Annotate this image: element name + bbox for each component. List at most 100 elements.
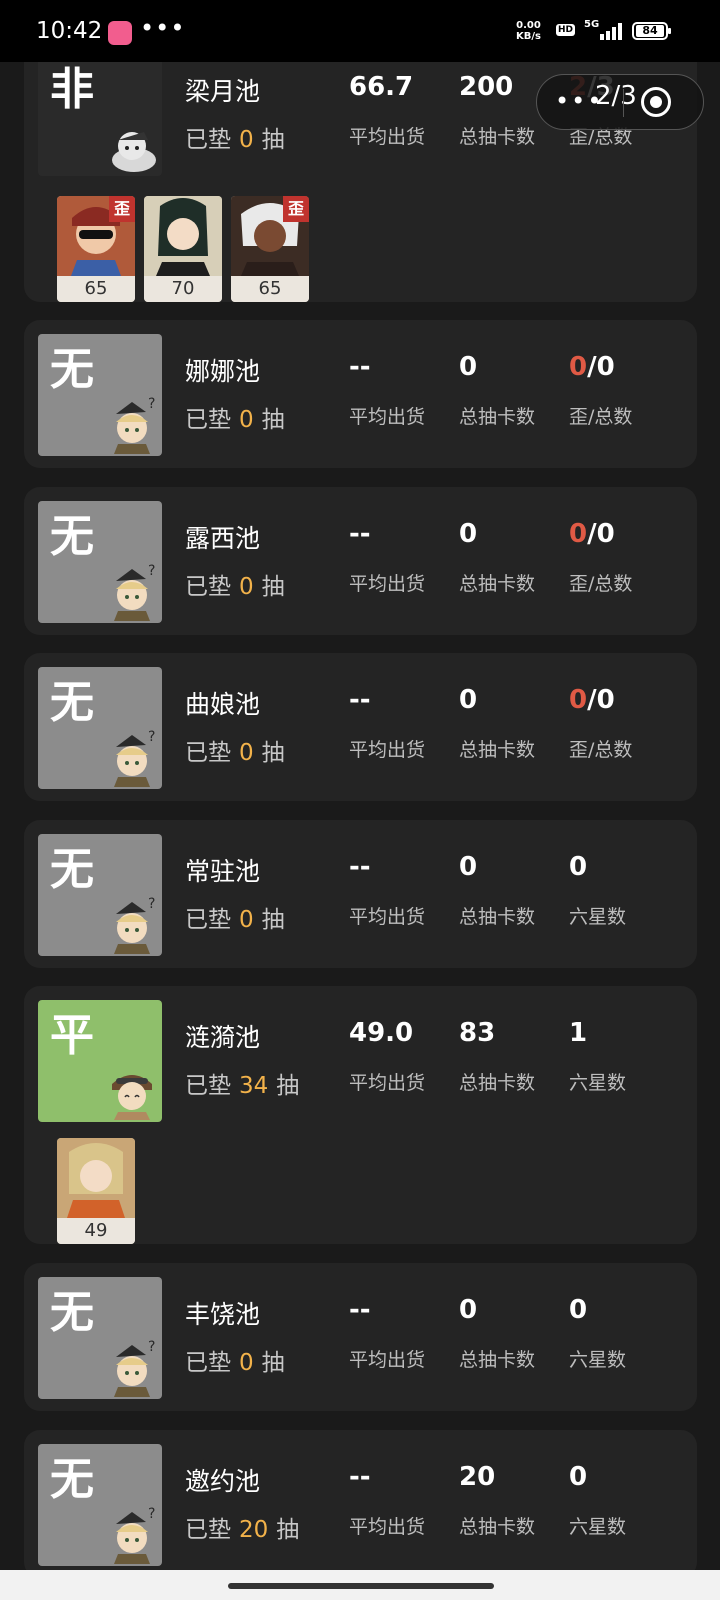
badge-char: 无 — [50, 1454, 94, 1505]
signal-icon — [600, 22, 626, 40]
pool-badge: 无 ? — [38, 834, 162, 956]
badge-char: 非 — [50, 64, 94, 115]
pity-count: 已垫 0 抽 — [185, 407, 285, 433]
svg-text:?: ? — [148, 896, 155, 912]
total-label: 总抽卡数 — [459, 573, 536, 595]
svg-text:?: ? — [148, 396, 155, 412]
pool-card[interactable]: 无 ? 邀约池 已垫 20 抽 -- 平均出货 20 总抽卡数 0 六星数 — [24, 1430, 697, 1578]
pool-card[interactable]: 无 ? 娜娜池 已垫 0 抽 -- 平均出货 0 总抽卡数 0/0 歪/总数 — [24, 320, 697, 468]
character-chibi-icon: ? — [114, 896, 155, 954]
thumb-pulls: 65 — [231, 276, 309, 302]
total-label: 总抽卡数 — [459, 1349, 536, 1371]
badge-char: 无 — [50, 844, 94, 895]
character-thumb[interactable]: 歪 65 — [57, 196, 135, 302]
pity-count: 已垫 34 抽 — [185, 1073, 300, 1099]
total-label: 总抽卡数 — [459, 906, 536, 928]
avg-value: 66.7 — [349, 72, 414, 102]
avg-label: 平均出货 — [349, 406, 426, 428]
six-star-label: 六星数 — [569, 1349, 627, 1371]
character-thumb[interactable]: 70 — [144, 196, 222, 302]
avg-value: -- — [349, 1462, 371, 1492]
page-indicator: 2/3 — [595, 81, 637, 111]
off-total-label: 歪/总数 — [569, 406, 633, 428]
avg-label: 平均出货 — [349, 739, 426, 761]
off-total-value: 0/0 — [569, 519, 615, 549]
pool-card[interactable]: 无 ? 露西池 已垫 0 抽 -- 平均出货 0 总抽卡数 0/0 歪/总数 — [24, 487, 697, 635]
more-notifications-icon: ••• — [140, 14, 186, 42]
pool-badge: 无 ? — [38, 334, 162, 456]
total-value: 83 — [459, 1018, 496, 1048]
six-star-value: 0 — [569, 1462, 588, 1492]
character-chibi-icon: ? — [114, 563, 155, 621]
six-star-label: 六星数 — [569, 1072, 627, 1094]
character-thumb[interactable]: 歪 65 — [231, 196, 309, 302]
off-total-value: 0/0 — [569, 352, 615, 382]
character-chibi-icon — [112, 132, 156, 172]
thumb-pulls: 49 — [57, 1218, 135, 1244]
six-star-label: 六星数 — [569, 1516, 627, 1538]
avg-value: -- — [349, 519, 371, 549]
avg-label: 平均出货 — [349, 126, 426, 148]
pool-name: 丰饶池 — [185, 1300, 261, 1329]
avg-value: -- — [349, 852, 371, 882]
capsule-divider — [623, 89, 624, 117]
floating-capsule[interactable]: ••• 2/3 — [536, 74, 704, 130]
six-star-label: 六星数 — [569, 906, 627, 928]
pool-name: 梁月池 — [185, 77, 261, 106]
status-bar: 10:42 ••• 0.00 KB/s HD 5G 84 — [0, 0, 720, 62]
pool-badge: 无 ? — [38, 667, 162, 789]
pool-name: 常驻池 — [185, 857, 261, 886]
avg-label: 平均出货 — [349, 1072, 426, 1094]
svg-text:?: ? — [148, 729, 155, 745]
total-label: 总抽卡数 — [459, 1516, 536, 1538]
pool-name: 涟漪池 — [185, 1023, 261, 1052]
pity-count: 已垫 0 抽 — [185, 1350, 285, 1376]
pool-card[interactable]: 平 涟漪池 已垫 34 抽 49.0 平均出货 83 总抽卡数 1 六星数 49 — [24, 986, 697, 1244]
avg-value: -- — [349, 352, 371, 382]
pool-name: 露西池 — [185, 524, 261, 553]
pool-list[interactable]: 非 梁月池 已垫0抽 66.7 平均出货 200 总抽卡数 2/3 歪/总数 歪 — [0, 0, 720, 1600]
character-thumb[interactable]: 49 — [57, 1138, 135, 1244]
pool-badge: 非 — [38, 54, 162, 176]
off-total-label: 歪/总数 — [569, 573, 633, 595]
clock: 10:42 — [36, 18, 103, 44]
gesture-bar — [0, 1570, 720, 1600]
off-total-label: 歪/总数 — [569, 739, 633, 761]
pity-count: 已垫 0 抽 — [185, 127, 285, 153]
badge-char: 无 — [50, 511, 94, 562]
thumb-pulls: 70 — [144, 276, 222, 302]
pity-count: 已垫 0 抽 — [185, 740, 285, 766]
svg-text:?: ? — [148, 1339, 155, 1355]
character-chibi-icon: ? — [114, 1506, 155, 1564]
character-chibi-icon: ? — [114, 1339, 155, 1397]
total-value: 0 — [459, 852, 478, 882]
pool-card[interactable]: 无 ? 常驻池 已垫 0 抽 -- 平均出货 0 总抽卡数 0 六星数 — [24, 820, 697, 968]
home-indicator[interactable] — [228, 1583, 494, 1589]
total-label: 总抽卡数 — [459, 406, 536, 428]
target-icon[interactable] — [641, 87, 671, 117]
avg-label: 平均出货 — [349, 1349, 426, 1371]
pool-badge: 无 ? — [38, 1277, 162, 1399]
total-label: 总抽卡数 — [459, 739, 536, 761]
pity-count: 已垫 0 抽 — [185, 907, 285, 933]
avg-value: -- — [349, 1295, 371, 1325]
total-value: 0 — [459, 685, 478, 715]
avg-value: 49.0 — [349, 1018, 414, 1048]
pool-card[interactable]: 无 ? 丰饶池 已垫 0 抽 -- 平均出货 0 总抽卡数 0 六星数 — [24, 1263, 697, 1411]
character-portrait-icon — [144, 196, 222, 276]
pool-card[interactable]: 无 ? 曲娘池 已垫 0 抽 -- 平均出货 0 总抽卡数 0/0 歪/总数 — [24, 653, 697, 801]
character-chibi-icon — [112, 1075, 152, 1120]
total-value: 200 — [459, 72, 514, 102]
badge-char: 无 — [50, 1287, 94, 1338]
svg-text:?: ? — [148, 563, 155, 579]
character-portrait-icon — [57, 1138, 135, 1218]
off-total-value: 0/0 — [569, 685, 615, 715]
pity-count: 已垫 20 抽 — [185, 1517, 300, 1543]
off-tag: 歪 — [109, 196, 135, 222]
six-star-value: 0 — [569, 1295, 588, 1325]
thumb-pulls: 65 — [57, 276, 135, 302]
pity-count: 已垫 0 抽 — [185, 574, 285, 600]
total-value: 0 — [459, 1295, 478, 1325]
pool-name: 娜娜池 — [185, 357, 261, 386]
bilibili-icon — [108, 21, 132, 45]
